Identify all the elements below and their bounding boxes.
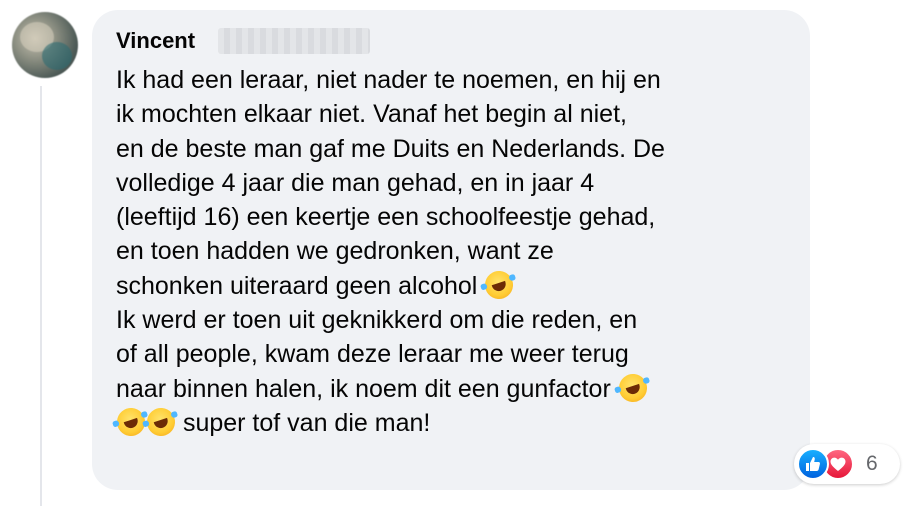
comment-line: Ik had een leraar, niet nader te noemen,… (116, 66, 661, 94)
heart-glyph (830, 457, 846, 471)
reactions-summary[interactable]: 6 (794, 444, 900, 484)
comment-text: Ik had een leraar, niet nader te noemen,… (113, 63, 796, 440)
comment-line: Ik werd er toen uit geknikkerd om die re… (116, 306, 638, 335)
comment-author-name[interactable]: Vincent (116, 27, 195, 55)
comment-line-text: super tof van die man! (182, 408, 431, 437)
comment-line: en toen hadden we gedronken, want ze (116, 237, 554, 266)
comment-line: of all people, kwam deze leraar me weer … (116, 340, 629, 369)
comment-line: super tof van die man! (113, 404, 796, 440)
commenter-avatar[interactable] (12, 12, 78, 78)
comment-line-text: naar binnen halen, ik noem dit een gunfa… (116, 374, 611, 403)
reaction-count: 6 (866, 452, 878, 475)
comment-line: naar binnen halen, ik noem dit een gunfa… (116, 370, 796, 406)
comment-line: volledige 4 jaar die man gehad, en in ja… (116, 168, 595, 197)
rofl-emoji-icon (481, 267, 517, 303)
avatar-photo-detail (42, 42, 72, 70)
thread-connector-line (40, 86, 42, 506)
comment-actions-row-cutoff (116, 493, 876, 502)
comment-line: ik mochten elkaar niet. Vanaf het begin … (116, 100, 627, 129)
comment-line: (leeftijd 16) een keertje een schoolfees… (116, 203, 656, 232)
like-reaction-icon (797, 448, 829, 480)
redacted-surname (218, 28, 370, 54)
rofl-emoji-icon (615, 370, 651, 406)
thumbs-up-glyph (806, 457, 820, 471)
comment-line: en de beste man gaf me Duits en Nederlan… (116, 134, 665, 163)
comment-line: schonken uiteraard geen alcohol (116, 267, 796, 303)
comment-line-text: schonken uiteraard geen alcohol (116, 271, 478, 300)
rofl-emoji-icon (143, 404, 179, 440)
